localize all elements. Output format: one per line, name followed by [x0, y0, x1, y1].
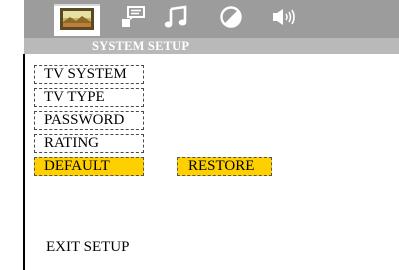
menu-item-tv-type[interactable]: TV TYPE [34, 88, 144, 107]
page-title: SYSTEM SETUP [92, 39, 190, 53]
exit-setup-button[interactable]: EXIT SETUP [46, 238, 129, 257]
tab-speaker-setup[interactable] [269, 6, 303, 32]
tab-audio-setup[interactable] [160, 5, 190, 34]
menu-item-tv-system[interactable]: TV SYSTEM [34, 65, 144, 84]
restore-button[interactable]: RESTORE [177, 157, 272, 176]
menu-item-default[interactable]: DEFAULT [34, 157, 144, 176]
menu-divider-line [23, 54, 25, 270]
menu-item-rating[interactable]: RATING [34, 134, 144, 153]
menu-item-password[interactable]: PASSWORD [34, 111, 144, 130]
section-header-bar [24, 38, 399, 54]
tab-video-setup[interactable] [216, 5, 246, 34]
speech-bubble-icon [120, 5, 146, 34]
tab-system-setup[interactable] [54, 4, 100, 36]
contrast-icon [219, 5, 243, 34]
tv-picture-icon [60, 7, 94, 35]
speaker-icon [271, 7, 301, 32]
tab-language-setup[interactable] [118, 5, 148, 34]
tab-bar [24, 0, 399, 38]
music-note-icon [163, 5, 187, 34]
